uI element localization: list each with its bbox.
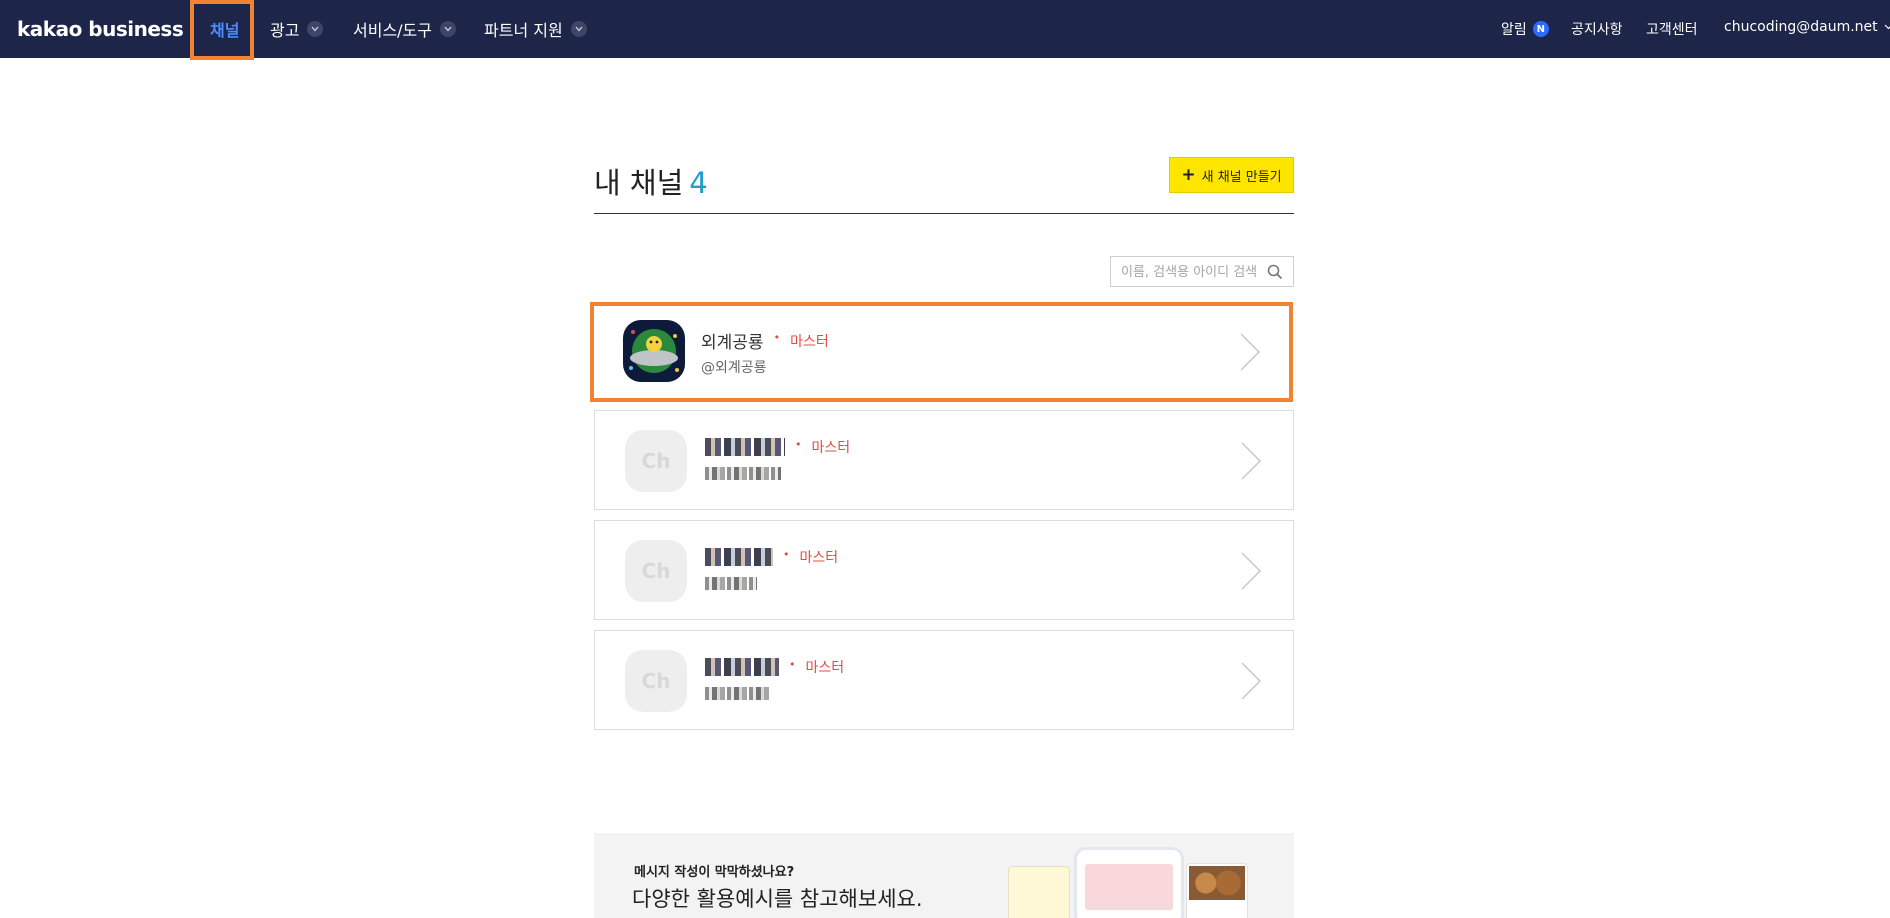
channel-role: 마스터	[790, 333, 829, 350]
notice-link[interactable]: 공지사항	[1571, 19, 1623, 39]
page-title: 내 채널 4	[594, 160, 708, 202]
kakao-business-logo[interactable]: kakao business	[17, 17, 184, 41]
channel-card-4[interactable]: Ch • 마스터	[594, 630, 1294, 730]
channel-name-row: • 마스터	[705, 657, 844, 677]
channel-count: 4	[689, 166, 708, 200]
search-icon[interactable]	[1267, 264, 1283, 280]
notice-label: 공지사항	[1571, 22, 1623, 38]
message-examples-banner[interactable]: 메시지 작성이 막막하셨나요? 다양한 활용예시를 참고해보세요.	[594, 833, 1294, 918]
chevron-right-icon	[1240, 333, 1261, 371]
nav-ads-label: 광고	[270, 21, 300, 40]
message-preview-card-right	[1186, 863, 1248, 918]
separator-dot: •	[789, 657, 796, 671]
customer-center-link[interactable]: 고객센터	[1646, 19, 1698, 39]
account-menu[interactable]: chucoding@daum.net	[1724, 19, 1890, 35]
channel-name: 외계공룡	[701, 333, 764, 353]
channel-name-row: • 마스터	[705, 547, 838, 567]
channel-id-blurred	[705, 687, 771, 704]
channel-name-blurred	[705, 548, 773, 566]
channel-name-row: 외계공룡 • 마스터	[701, 328, 829, 353]
channel-search-input[interactable]	[1121, 263, 1261, 281]
account-email: chucoding@daum.net	[1724, 19, 1878, 35]
separator-dot: •	[773, 331, 781, 344]
chevron-down-icon	[440, 21, 456, 37]
nav-highlight-box	[190, 0, 254, 60]
channel-name-blurred	[705, 438, 785, 456]
nav-partner-label: 파트너 지원	[484, 21, 563, 40]
channel-default-avatar: Ch	[625, 430, 687, 492]
channel-role: 마스터	[811, 440, 851, 456]
bread-image	[1189, 866, 1245, 900]
channel-avatar-text: Ch	[641, 449, 671, 473]
channel-id-blurred	[705, 467, 781, 484]
dinosaur-avatar	[623, 320, 685, 382]
top-navigation-bar: kakao business 채널 광고 서비스/도구 파트너 지원 알림 N …	[0, 0, 1890, 60]
banner-title: 다양한 활용예시를 참고해보세요.	[632, 887, 923, 911]
channel-avatar-text: Ch	[641, 559, 671, 583]
chevron-down-icon	[307, 21, 324, 37]
alarm-label: 알림	[1501, 22, 1527, 38]
channel-role: 마스터	[805, 660, 845, 676]
chevron-down-icon	[570, 21, 587, 37]
channel-avatar-text: Ch	[641, 669, 671, 693]
channel-card-3[interactable]: Ch • 마스터	[594, 520, 1294, 620]
channel-card-1[interactable]: 외계공룡 • 마스터 @외계공룡	[590, 302, 1293, 402]
nav-ads[interactable]: 광고	[270, 17, 324, 41]
new-channel-button[interactable]: + 새 채널 만들기	[1169, 157, 1294, 193]
channel-card-2[interactable]: Ch • 마스터	[594, 410, 1294, 510]
channel-search-box	[1110, 256, 1294, 287]
new-alarm-badge: N	[1532, 21, 1549, 37]
page-title-text: 내 채널	[594, 166, 684, 200]
separator-dot: •	[795, 437, 802, 451]
nav-services-label: 서비스/도구	[353, 21, 432, 40]
plus-icon: +	[1181, 164, 1196, 185]
banner-subtitle: 메시지 작성이 막막하셨나요?	[634, 865, 795, 880]
alarm-link[interactable]: 알림 N	[1501, 19, 1549, 39]
new-channel-label: 새 채널 만들기	[1201, 169, 1282, 185]
separator-dot: •	[783, 547, 790, 561]
nav-partner-support[interactable]: 파트너 지원	[484, 17, 587, 41]
customer-center-label: 고객센터	[1646, 22, 1698, 38]
channel-id-blurred	[705, 577, 757, 594]
channel-name-row: • 마스터	[705, 437, 850, 457]
chevron-right-icon	[1241, 442, 1262, 480]
message-preview-image	[1085, 864, 1173, 910]
chevron-right-icon	[1241, 552, 1262, 590]
message-preview-card-left	[1008, 866, 1070, 918]
chevron-right-icon	[1241, 662, 1262, 700]
channel-name-blurred	[705, 658, 779, 676]
channel-role: 마스터	[799, 550, 839, 566]
channel-default-avatar: Ch	[625, 540, 687, 602]
chevron-down-icon	[1884, 24, 1890, 30]
nav-services-tools[interactable]: 서비스/도구	[353, 17, 456, 41]
channel-id: @외계공룡	[701, 360, 767, 376]
channel-default-avatar: Ch	[625, 650, 687, 712]
title-divider	[594, 213, 1294, 214]
message-preview-phone	[1074, 847, 1184, 918]
